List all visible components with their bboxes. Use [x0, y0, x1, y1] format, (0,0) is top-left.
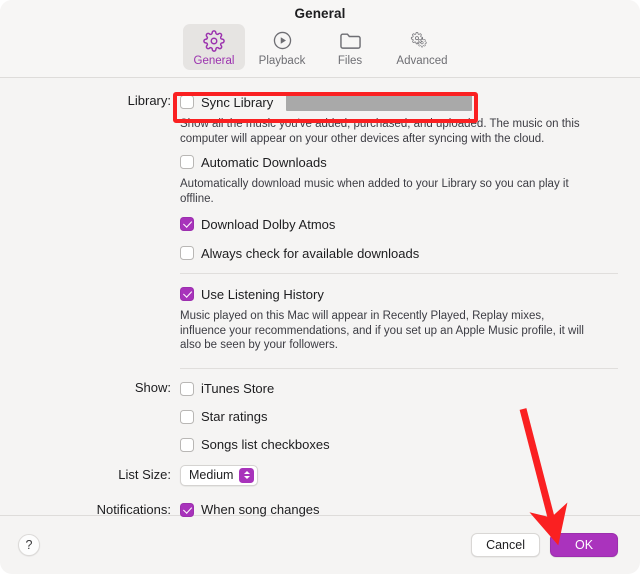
- spacer-label: [0, 152, 180, 170]
- show-itunes-store-control[interactable]: iTunes Store: [180, 379, 618, 399]
- listening-history-row: Use Listening History Music played on th…: [0, 284, 640, 355]
- tab-advanced[interactable]: Advanced: [387, 24, 457, 70]
- star-ratings-label: Star ratings: [201, 409, 267, 424]
- tab-general-label: General: [194, 55, 235, 67]
- sync-library-row: Library: Sync Library Show all the music…: [0, 92, 640, 148]
- show-star-ratings-control[interactable]: Star ratings: [180, 407, 618, 427]
- ok-button[interactable]: OK: [550, 533, 618, 557]
- folder-icon: [339, 28, 362, 53]
- cancel-button[interactable]: Cancel: [471, 533, 540, 557]
- window-title: General: [0, 0, 640, 21]
- star-ratings-checkbox[interactable]: [180, 410, 194, 424]
- gear-icon: [203, 28, 225, 53]
- itunes-store-checkbox[interactable]: [180, 382, 194, 396]
- sync-library-label: Sync Library: [201, 95, 273, 110]
- download-dolby-atmos-checkbox[interactable]: [180, 217, 194, 231]
- automatic-downloads-row: Automatic Downloads Automatically downlo…: [0, 152, 640, 263]
- when-song-changes-checkbox[interactable]: [180, 503, 194, 517]
- tab-files[interactable]: Files: [319, 24, 381, 70]
- sync-library-control[interactable]: Sync Library: [180, 92, 618, 112]
- itunes-store-label: iTunes Store: [201, 381, 274, 396]
- show-songs-list-checkboxes-control[interactable]: Songs list checkboxes: [180, 435, 618, 455]
- tab-advanced-label: Advanced: [396, 55, 447, 67]
- use-listening-history-control[interactable]: Use Listening History: [180, 284, 618, 304]
- always-check-downloads-checkbox[interactable]: [180, 246, 194, 260]
- tab-playback[interactable]: Playback: [251, 24, 313, 70]
- always-check-downloads-control[interactable]: Always check for available downloads: [180, 243, 618, 263]
- songs-list-checkboxes-label: Songs list checkboxes: [201, 437, 330, 452]
- separator-2: [180, 368, 618, 369]
- show-row: Show: iTunes Store Star ratings Songs li…: [0, 379, 640, 455]
- chevron-updown-icon: [239, 468, 254, 483]
- automatic-downloads-label: Automatic Downloads: [201, 155, 327, 170]
- use-listening-history-checkbox[interactable]: [180, 287, 194, 301]
- play-circle-icon: [272, 28, 293, 53]
- automatic-downloads-description: Automatically download music when added …: [180, 177, 592, 206]
- library-label: Library:: [0, 92, 180, 110]
- dialog-footer: ? Cancel OK: [0, 516, 640, 574]
- list-size-value: Medium: [189, 468, 233, 482]
- download-dolby-atmos-label: Download Dolby Atmos: [201, 217, 335, 232]
- preferences-window: General General Playbac: [0, 0, 640, 574]
- tab-general[interactable]: General: [183, 24, 245, 70]
- redacted-account-field: [286, 94, 472, 111]
- spacer-label-2: [0, 284, 180, 302]
- preferences-content: Library: Sync Library Show all the music…: [0, 78, 640, 515]
- list-size-label: List Size:: [0, 466, 180, 484]
- show-label: Show:: [0, 379, 180, 397]
- preferences-tab-bar: General Playback Files: [0, 24, 640, 70]
- list-size-popup-button[interactable]: Medium: [180, 465, 258, 486]
- listening-history-description: Music played on this Mac will appear in …: [180, 309, 592, 353]
- download-dolby-atmos-control[interactable]: Download Dolby Atmos: [180, 214, 618, 234]
- help-button[interactable]: ?: [18, 534, 40, 556]
- always-check-downloads-label: Always check for available downloads: [201, 246, 419, 261]
- tab-files-label: Files: [338, 55, 362, 67]
- use-listening-history-label: Use Listening History: [201, 287, 324, 302]
- separator-1: [180, 273, 618, 274]
- automatic-downloads-control[interactable]: Automatic Downloads: [180, 152, 618, 172]
- when-song-changes-label: When song changes: [201, 502, 320, 517]
- sync-library-description: Show all the music you've added, purchas…: [180, 117, 592, 146]
- double-gear-icon: [409, 28, 435, 53]
- songs-list-checkboxes-checkbox[interactable]: [180, 438, 194, 452]
- list-size-row: List Size: Medium: [0, 465, 640, 486]
- tab-playback-label: Playback: [259, 55, 306, 67]
- preferences-toolbar: General General Playbac: [0, 0, 640, 78]
- sync-library-checkbox[interactable]: [180, 95, 194, 109]
- automatic-downloads-checkbox[interactable]: [180, 155, 194, 169]
